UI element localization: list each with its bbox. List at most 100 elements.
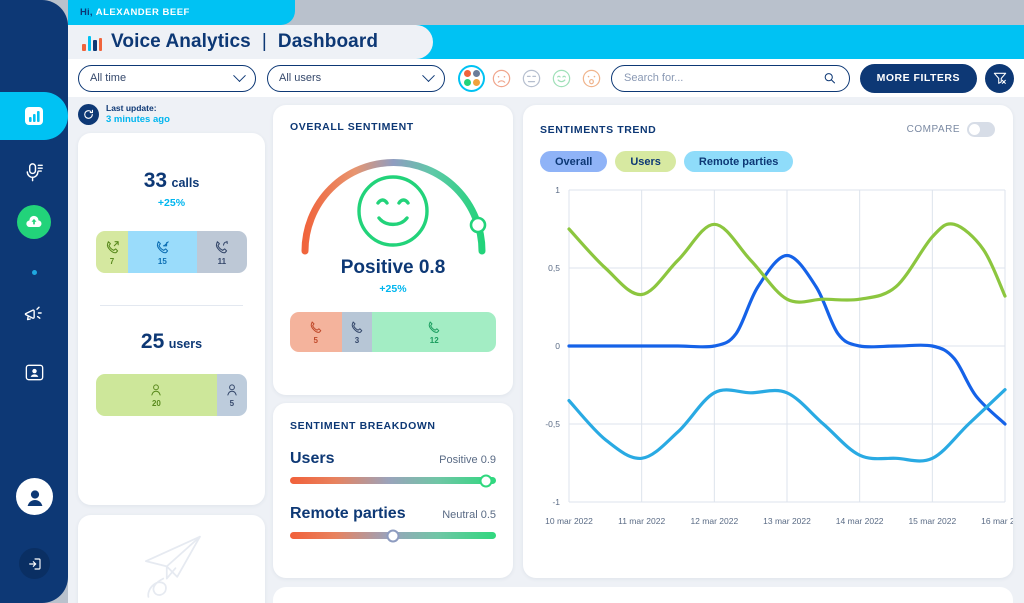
breakdown-users-slider[interactable]: [290, 474, 496, 487]
chevron-down-icon: [233, 68, 246, 82]
happy-face-icon[interactable]: [550, 67, 573, 90]
sentiment-negative-value: 5: [313, 336, 318, 345]
sidebar-item-recordings[interactable]: [0, 150, 68, 194]
sentiment-positive-value: 12: [429, 336, 439, 345]
users-count: 25: [140, 330, 165, 353]
title-separator: |: [261, 31, 267, 52]
dashboard-app: Hi, ALEXANDER BEEF Voice Analytics | Das…: [0, 0, 1024, 603]
phone-missed-icon: [216, 240, 229, 253]
user-filter-value: All users: [279, 72, 322, 84]
sidebar: [0, 0, 68, 603]
stats-card: 33 calls +25% 7 15 11 25 users 20 5: [78, 133, 265, 505]
page-title-pill: Voice Analytics | Dashboard: [68, 25, 433, 59]
x-axis-label: 16 mar 2022: [981, 516, 1013, 526]
user-filter-select[interactable]: All users: [267, 64, 445, 92]
sentiments-trend-title: SENTIMENTS TREND: [540, 123, 657, 136]
feedback-card: LEAVE US FEEDBACK: [78, 515, 265, 603]
search-input[interactable]: [624, 72, 824, 84]
neutral-face-icon[interactable]: [520, 67, 543, 90]
sentiments-trend-chart: 1 0,5 0 -0,5 -1 10 mar 2022 11 mar 2022 12 mar…: [545, 185, 1013, 526]
breakdown-users-knob[interactable]: [479, 474, 493, 487]
calls-change: +25%: [157, 197, 186, 209]
overall-sentiment-title: OVERALL SENTIMENT: [290, 121, 414, 133]
calls-segment-incoming[interactable]: 15: [128, 231, 197, 273]
sidebar-item-contacts[interactable]: [0, 350, 68, 394]
sentiment-segment-negative[interactable]: 5: [290, 312, 342, 352]
x-axis-label: 13 mar 2022: [763, 516, 811, 526]
x-axis-label: 15 mar 2022: [908, 516, 956, 526]
x-axis-label: 10 mar 2022: [545, 516, 593, 526]
breakdown-remote-knob[interactable]: [386, 529, 400, 542]
breakdown-remote-name: Remote parties: [290, 505, 406, 522]
y-axis-label: -1: [552, 497, 560, 507]
overall-sentiment-card: OVERALL SENTIMENT Positive 0.8 +25% 5 3 …: [273, 105, 513, 395]
calls-segment-bar: 7 15 11: [96, 231, 247, 273]
person-icon: [151, 384, 162, 396]
users-segment-inactive[interactable]: 5: [216, 374, 247, 416]
chart-legend: Overall Users Remote parties: [523, 137, 1013, 172]
search-box[interactable]: [611, 64, 850, 92]
person-icon: [227, 384, 237, 396]
last-update-label: Last update:: [106, 103, 157, 113]
users-segment-active[interactable]: 20: [96, 374, 217, 416]
all-sentiments-icon[interactable]: [460, 67, 483, 90]
calls-count: 33: [143, 169, 168, 192]
chart-y-axis-labels: 1 0,5 0 -0,5 -1: [545, 185, 560, 507]
more-filters-button[interactable]: MORE FILTERS: [859, 63, 977, 93]
calls-unit: calls: [171, 176, 200, 190]
breakdown-users-name: Users: [290, 450, 335, 467]
sidebar-item-indicator[interactable]: [0, 250, 68, 294]
sentiment-breakdown-card: SENTIMENT BREAKDOWN Users Positive 0.9 R…: [273, 403, 513, 578]
legend-pill-overall[interactable]: Overall: [540, 151, 608, 172]
x-axis-label: 14 mar 2022: [836, 516, 884, 526]
sentiment-segment-positive[interactable]: 12: [372, 312, 496, 352]
sentiment-segment-bar: 5 3 12: [290, 312, 496, 352]
y-axis-label: -0,5: [545, 419, 560, 429]
sentiment-neutral-value: 3: [354, 336, 360, 345]
clear-filters-button[interactable]: [985, 63, 1014, 93]
dashboard-content: Last update: 3 minutes ago 33 calls +25%…: [68, 97, 1024, 603]
sentiment-gauge: [301, 159, 486, 255]
breakdown-users-value: Positive 0.9: [439, 454, 496, 466]
time-filter-select[interactable]: All time: [78, 64, 256, 92]
overall-sentiment-change: +25%: [379, 283, 407, 295]
dot-icon: [31, 269, 37, 275]
legend-pill-users[interactable]: Users: [615, 151, 676, 172]
compare-label: COMPARE: [906, 124, 960, 135]
contact-card-icon: [25, 364, 43, 380]
voice-analytics-logo-icon: [82, 34, 102, 51]
partial-bottom-card: [273, 587, 1013, 603]
legend-pill-remote[interactable]: Remote parties: [683, 151, 794, 172]
sidebar-item-announcements[interactable]: [0, 292, 68, 336]
calls-segment-outgoing[interactable]: 7: [96, 231, 129, 273]
bar-chart-icon: [25, 107, 43, 125]
compare-toggle[interactable]: [967, 122, 995, 137]
sad-face-icon[interactable]: [490, 67, 513, 90]
sentiments-trend-card: SENTIMENTS TREND COMPARE Overall Users R…: [523, 105, 1013, 578]
logout-icon: [28, 557, 41, 570]
microphone-icon: [26, 162, 43, 181]
refresh-icon: [84, 109, 93, 119]
greeting-hi: Hi,: [80, 7, 93, 18]
logout-button[interactable]: [19, 548, 50, 579]
sidebar-item-upload[interactable]: [0, 200, 68, 244]
calls-missed-value: 11: [217, 256, 227, 266]
calls-incoming-value: 15: [157, 256, 167, 266]
x-axis-label: 12 mar 2022: [690, 516, 738, 526]
happy-face-icon: [356, 175, 429, 247]
sidebar-item-analytics[interactable]: [0, 92, 68, 140]
phone-icon: [310, 321, 322, 333]
x-axis-label: 11 mar 2022: [618, 516, 665, 526]
phone-outgoing-icon: [106, 240, 119, 253]
refresh-button[interactable]: [78, 104, 99, 125]
phone-incoming-icon: [156, 240, 169, 253]
y-axis-label: 1: [555, 185, 560, 195]
search-icon: [825, 73, 836, 84]
sentiment-segment-neutral[interactable]: 3: [341, 312, 373, 352]
calls-segment-missed[interactable]: 11: [196, 231, 247, 273]
avatar[interactable]: [16, 478, 53, 515]
surprised-face-icon[interactable]: [580, 67, 603, 90]
filter-clear-icon: [993, 72, 1006, 84]
breakdown-remote-value: Neutral 0.5: [442, 509, 496, 521]
breakdown-remote-slider[interactable]: [290, 529, 496, 542]
